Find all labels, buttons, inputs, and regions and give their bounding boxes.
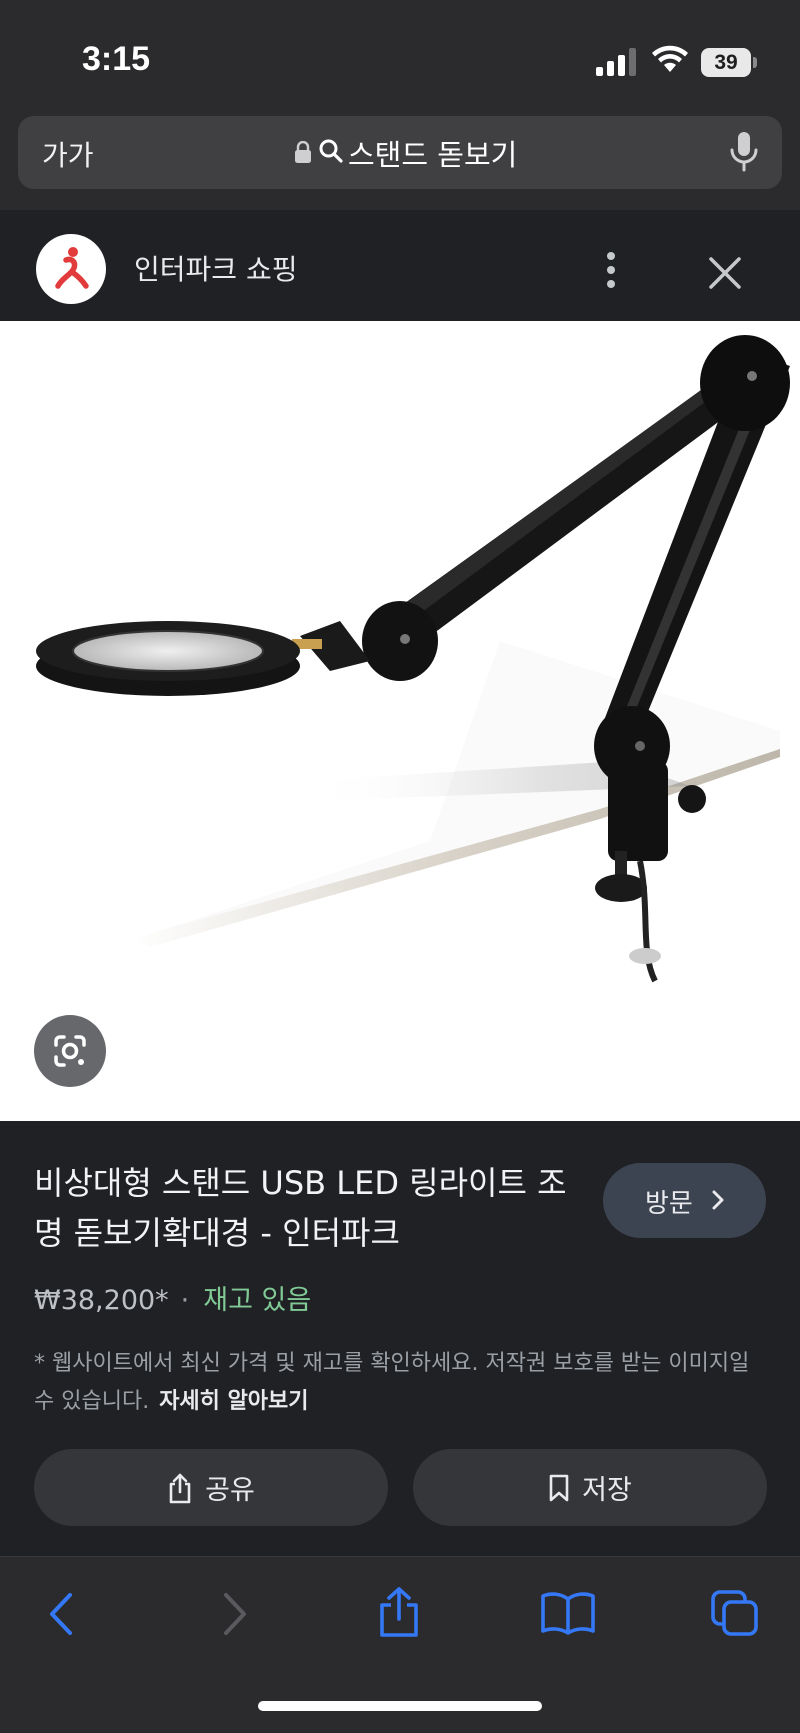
share-button[interactable]: 공유 <box>34 1449 388 1526</box>
stock-status: 재고 있음 <box>203 1285 312 1316</box>
merchant-name: 인터파크 쇼핑 <box>134 253 298 286</box>
text-size-button[interactable]: 가가 <box>42 134 94 174</box>
visit-button[interactable]: 방문 <box>603 1163 766 1238</box>
chevron-right-icon <box>712 1190 724 1210</box>
search-icon <box>319 139 343 163</box>
url-text[interactable]: 스탠드 돋보기 <box>348 132 517 174</box>
cellular-signal-icon <box>596 48 636 76</box>
lock-icon <box>295 141 311 163</box>
product-image[interactable] <box>0 321 800 1121</box>
save-label: 저장 <box>582 1475 632 1506</box>
close-icon[interactable] <box>706 254 744 292</box>
toolbar-share-icon[interactable] <box>376 1585 422 1639</box>
desk-magnifier-lamp-illustration <box>36 335 790 983</box>
browser-toolbar: 가가 스탠드 돋보기 <box>0 110 800 210</box>
learn-more-link[interactable]: 자세히 알아보기 <box>159 1389 308 1414</box>
product-title: 비상대형 스탠드 USB LED 링라이트 조명 돋보기확대경 - 인터파크 <box>34 1164 567 1252</box>
lens-search-icon[interactable] <box>34 1015 106 1087</box>
interpark-logo <box>36 234 106 304</box>
battery-level: 39 <box>714 51 738 74</box>
bottom-toolbar <box>0 1556 800 1733</box>
disclaimer-text: * 웹사이트에서 최신 가격 및 재고를 확인하세요. 저작권 보호를 받는 이… <box>34 1351 750 1414</box>
disclaimer: * 웹사이트에서 최신 가격 및 재고를 확인하세요. 저작권 보호를 받는 이… <box>34 1345 774 1421</box>
microphone-icon[interactable] <box>728 130 760 174</box>
save-button[interactable]: 저장 <box>413 1449 767 1526</box>
price-separator: · <box>180 1285 190 1316</box>
merchant-header: 인터파크 쇼핑 <box>0 210 800 321</box>
share-icon <box>169 1473 191 1503</box>
home-indicator <box>258 1701 542 1711</box>
more-vert-icon[interactable] <box>604 250 618 290</box>
bookmark-icon <box>549 1474 569 1501</box>
forward-icon[interactable] <box>216 1591 252 1637</box>
battery-icon: 39 <box>701 48 757 77</box>
visit-label: 방문 <box>645 1189 693 1219</box>
address-bar[interactable]: 가가 스탠드 돋보기 <box>18 116 782 189</box>
share-label: 공유 <box>205 1475 255 1506</box>
wifi-icon <box>652 45 688 72</box>
status-bar: 3:15 39 <box>0 0 800 110</box>
price: ₩38,200* <box>34 1285 169 1316</box>
tabs-icon[interactable] <box>710 1589 760 1637</box>
back-icon[interactable] <box>44 1591 80 1637</box>
price-row: ₩38,200* · 재고 있음 <box>34 1278 311 1317</box>
bookmarks-icon[interactable] <box>540 1591 596 1635</box>
status-time: 3:15 <box>82 40 151 78</box>
